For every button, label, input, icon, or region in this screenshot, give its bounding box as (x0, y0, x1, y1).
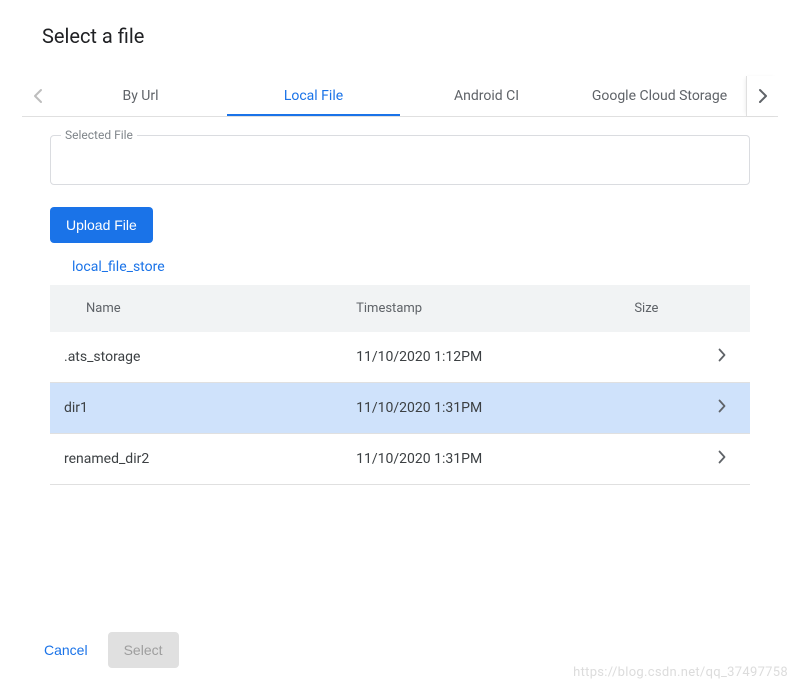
table-header-row: Name Timestamp Size (50, 285, 750, 332)
selected-file-label: Selected File (61, 128, 137, 142)
cell-timestamp: 11/10/2020 1:31PM (342, 434, 620, 485)
column-size[interactable]: Size (620, 285, 704, 332)
tab-android-ci[interactable]: Android CI (400, 76, 573, 116)
selected-file-field[interactable]: Selected File (50, 135, 750, 185)
upload-file-button[interactable]: Upload File (50, 207, 153, 243)
tabs: By Url Local File Android CI Google Clou… (54, 76, 746, 116)
cell-timestamp: 11/10/2020 1:12PM (342, 332, 620, 383)
chevron-right-icon (758, 88, 768, 104)
tab-by-url[interactable]: By Url (54, 76, 227, 116)
select-file-dialog: Select a file By Url Local File Android … (0, 0, 800, 485)
tab-google-cloud-storage[interactable]: Google Cloud Storage (573, 76, 746, 116)
cell-name: renamed_dir2 (50, 434, 342, 485)
select-button: Select (108, 632, 179, 668)
cell-timestamp: 11/10/2020 1:31PM (342, 383, 620, 434)
table-row[interactable]: .ats_storage 11/10/2020 1:12PM (50, 332, 750, 383)
chevron-right-icon (718, 450, 726, 464)
table-row[interactable]: renamed_dir2 11/10/2020 1:31PM (50, 434, 750, 485)
cancel-button[interactable]: Cancel (44, 642, 88, 658)
watermark: https://blog.csdn.net/qq_37497758 (573, 665, 788, 680)
chevron-left-icon (33, 88, 43, 104)
dialog-footer: Cancel Select (0, 632, 800, 668)
chevron-right-icon (718, 348, 726, 362)
table-row[interactable]: dir1 11/10/2020 1:31PM (50, 383, 750, 434)
file-table: Name Timestamp Size .ats_storage 11/10/2… (50, 285, 750, 485)
cell-name: .ats_storage (50, 332, 342, 383)
cell-name: dir1 (50, 383, 342, 434)
tab-content: Selected File Upload File local_file_sto… (22, 117, 778, 485)
tab-local-file[interactable]: Local File (227, 76, 400, 116)
dialog-title: Select a file (22, 24, 778, 48)
cell-size (620, 383, 704, 434)
column-navigate (704, 285, 750, 332)
column-timestamp[interactable]: Timestamp (342, 285, 620, 332)
cell-size (620, 332, 704, 383)
tabs-scroll-left[interactable] (22, 76, 54, 116)
cell-size (620, 434, 704, 485)
breadcrumb[interactable]: local_file_store (50, 255, 750, 285)
tabs-container: By Url Local File Android CI Google Clou… (22, 76, 778, 117)
column-name[interactable]: Name (50, 285, 342, 332)
tabs-scroll-right[interactable] (746, 76, 778, 116)
chevron-right-icon (718, 399, 726, 413)
